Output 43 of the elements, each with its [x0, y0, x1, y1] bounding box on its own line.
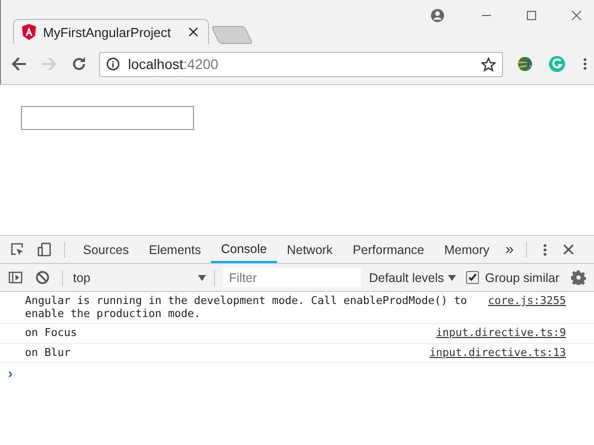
close-icon[interactable] [571, 10, 582, 21]
info-icon [106, 57, 120, 71]
url-text: localhost:4200 [128, 56, 218, 72]
source-link[interactable]: core.js:3255 [488, 295, 566, 308]
tab-title: MyFirstAngularProject [43, 24, 172, 40]
settings-icon[interactable] [571, 270, 586, 285]
more-tabs-button[interactable]: » [505, 241, 514, 258]
devtools-tab[interactable]: Network [276, 236, 343, 263]
devtools-tab[interactable]: Memory [434, 236, 500, 263]
devtools-tab[interactable]: Performance [342, 236, 434, 263]
star-icon[interactable] [481, 56, 496, 72]
dropdown-arrow-icon [198, 274, 206, 280]
maximize-icon[interactable] [526, 10, 537, 21]
device-icon[interactable] [37, 242, 52, 257]
console-message: Angular is running in the development mode. Call enableProdMode() to enable the production mode. [25, 295, 468, 320]
source-link[interactable]: input.directive.ts:13 [429, 346, 566, 359]
browser-tab[interactable]: MyFirstAngularProject × [13, 19, 209, 44]
close-icon[interactable] [562, 244, 574, 255]
reload-icon[interactable] [71, 56, 87, 72]
back-arrow-icon[interactable] [11, 56, 27, 72]
inspect-icon[interactable] [10, 242, 25, 257]
menu-icon[interactable] [542, 242, 547, 256]
sidebar-toggle-icon[interactable] [8, 270, 23, 285]
levels-dropdown[interactable]: Default levels [369, 270, 456, 284]
console-message: on Focus [25, 327, 78, 340]
console-prompt[interactable]: › [8, 365, 13, 381]
close-tab-button[interactable]: × [186, 24, 200, 40]
address-bar[interactable]: localhost:4200 [99, 52, 503, 76]
shield-icon [22, 24, 36, 40]
devtools-tab[interactable]: Sources [73, 236, 139, 263]
checkbox-label: Group similar [485, 270, 560, 284]
globe-icon[interactable] [515, 54, 535, 74]
source-link[interactable]: input.directive.ts:9 [436, 327, 566, 340]
clear-console-icon[interactable] [35, 270, 50, 285]
input-field[interactable] [21, 106, 194, 130]
menu-icon[interactable] [583, 57, 587, 71]
dropdown-arrow-icon [448, 274, 456, 280]
context-dropdown[interactable]: top [71, 270, 206, 284]
profile-icon[interactable] [430, 8, 445, 23]
checkbox[interactable] [466, 271, 480, 284]
console-message: on Blur [25, 346, 72, 359]
devtools-tab[interactable]: Elements [138, 236, 211, 263]
filter-field[interactable]: Filter [223, 268, 361, 287]
